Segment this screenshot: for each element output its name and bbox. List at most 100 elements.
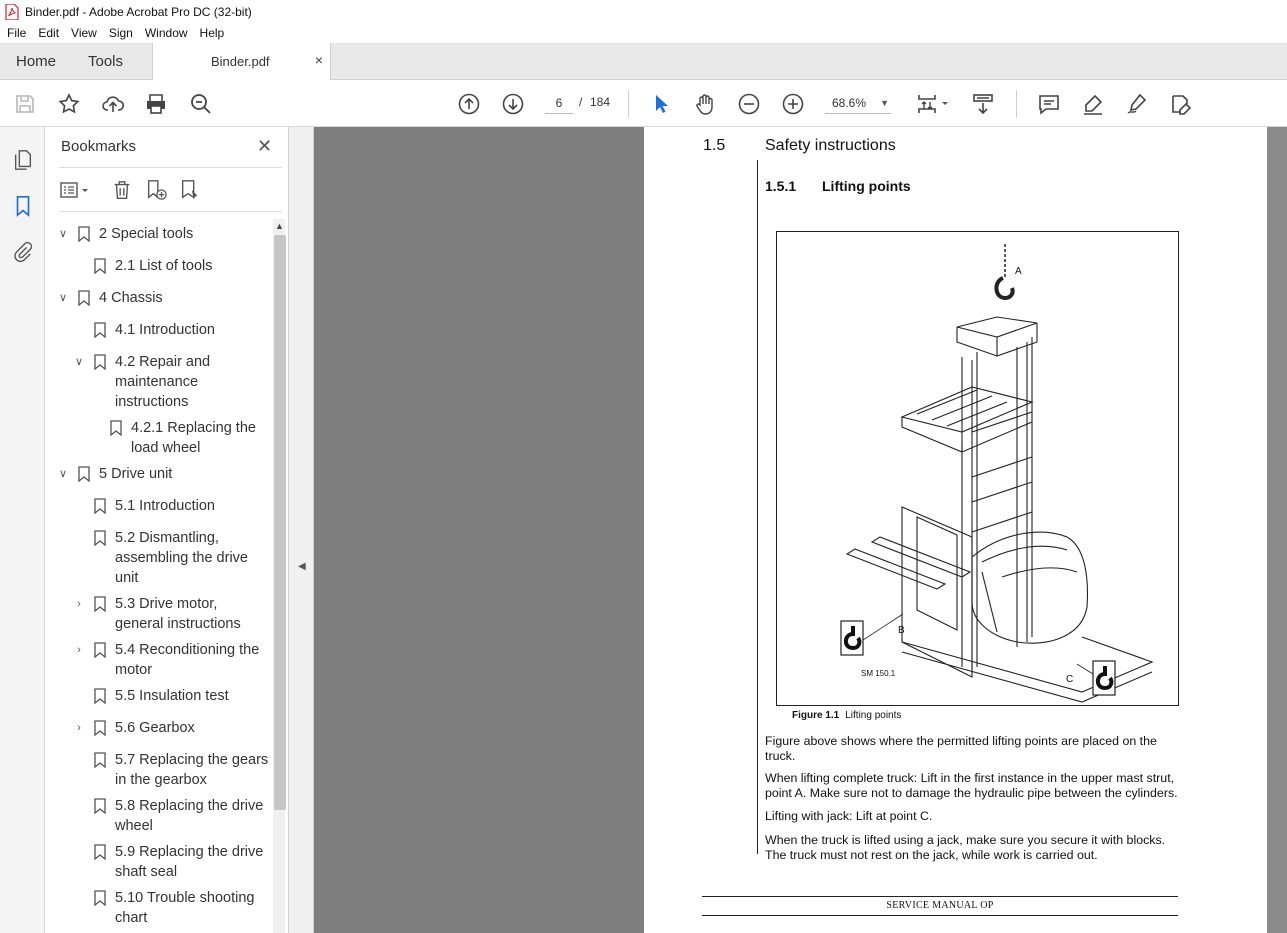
attachments-paperclip-icon[interactable] — [10, 239, 36, 265]
bookmark-item[interactable]: 5.10 Trouble shooting chart — [87, 888, 273, 928]
scroll-mode-icon[interactable] — [970, 91, 996, 117]
bookmarks-header: Bookmarks — [61, 138, 137, 155]
menu-edit[interactable]: Edit — [32, 26, 65, 40]
page-footer: SERVICE MANUAL OP — [886, 900, 994, 911]
bookmark-label: 5.3 Drive motor, general instructions — [115, 596, 241, 632]
bookmark-label: 5.8 Replacing the drive wheel — [115, 798, 264, 834]
acrobat-window: Binder.pdf - Adobe Acrobat Pro DC (32-bi… — [0, 0, 1287, 933]
bookmark-item[interactable]: 5.7 Replacing the gears in the gearbox — [87, 750, 273, 790]
scroll-up-icon[interactable]: ▲ — [275, 221, 284, 231]
chevron-right-icon[interactable]: › — [71, 718, 87, 738]
bookmark-icon — [93, 750, 107, 770]
zoom-in-icon[interactable] — [780, 91, 806, 117]
chevron-left-icon[interactable]: ◀ — [298, 561, 306, 572]
bookmark-item[interactable]: ∨ 5 Drive unit — [55, 464, 265, 484]
bookmark-label: 4.2.1 Replacing the load wheel — [131, 420, 256, 456]
bookmark-item[interactable]: ∨ 4 Chassis — [55, 288, 265, 308]
chevron-down-icon[interactable]: ∨ — [55, 288, 71, 308]
page-thumbnails-icon[interactable] — [10, 147, 36, 173]
previous-page-icon[interactable] — [456, 91, 482, 117]
hand-tool-icon[interactable] — [692, 91, 718, 117]
menu-window[interactable]: Window — [139, 26, 194, 40]
bookmarks-panel-icon[interactable] — [10, 193, 36, 219]
acrobat-pdf-icon — [5, 3, 19, 20]
chevron-right-icon[interactable]: › — [71, 640, 87, 660]
bookmark-item[interactable]: ∨ 4.2 Repair and maintenance instruction… — [71, 352, 221, 412]
menu-help[interactable]: Help — [194, 26, 231, 40]
comment-icon[interactable] — [1036, 91, 1062, 117]
divider — [59, 167, 282, 168]
document-viewer: ◀ 1.5 Safety instructions 1.5.1 Lifting … — [289, 127, 1287, 933]
menu-sign[interactable]: Sign — [103, 26, 139, 40]
bookmark-options-icon[interactable] — [59, 177, 93, 203]
save-icon[interactable] — [12, 91, 38, 117]
bookmark-label: 4.1 Introduction — [115, 322, 215, 338]
close-tab-icon[interactable]: × — [315, 52, 323, 68]
chevron-down-icon[interactable]: ∨ — [55, 464, 71, 484]
new-bookmark-icon[interactable] — [143, 177, 169, 203]
zoom-search-icon[interactable] — [188, 91, 214, 117]
bookmark-icon — [93, 528, 107, 548]
bookmarks-scrollbar-thumb[interactable] — [274, 235, 286, 810]
menu-view[interactable]: View — [65, 26, 103, 40]
bookmark-item[interactable]: › 5.6 Gearbox — [71, 718, 271, 738]
star-icon[interactable] — [56, 91, 82, 117]
vertical-scrollbar[interactable] — [1267, 127, 1287, 933]
bookmark-label: 5.7 Replacing the gears in the gearbox — [115, 752, 269, 788]
page-total: 184 — [590, 95, 611, 109]
delete-bookmark-icon[interactable] — [109, 177, 135, 203]
print-icon[interactable] — [143, 91, 169, 117]
zoom-level-select[interactable]: 68.6% ▼ — [825, 92, 891, 114]
bookmark-item[interactable]: 5.2 Dismantling, assembling the drive un… — [87, 528, 267, 588]
highlight-pen-icon[interactable] — [1080, 91, 1106, 117]
page-separator: / — [579, 95, 583, 109]
bookmark-item[interactable]: 4.2.1 Replacing the load wheel — [103, 418, 273, 458]
bookmark-item[interactable]: 4.1 Introduction — [87, 320, 267, 340]
tab-tools[interactable]: Tools — [88, 53, 123, 70]
bookmark-icon — [93, 352, 107, 372]
bookmark-icon — [93, 718, 107, 738]
bookmark-item[interactable]: 5.9 Replacing the drive shaft seal — [87, 842, 273, 882]
menu-file[interactable]: File — [0, 26, 32, 40]
bookmark-label: 2.1 List of tools — [115, 258, 213, 274]
bookmark-item[interactable]: 5.5 Insulation test — [87, 686, 267, 706]
page-number-input[interactable]: 6 — [545, 92, 573, 114]
fill-sign-icon[interactable] — [1168, 91, 1194, 117]
order-picker-truck-illustration: A B C SM 150.1 — [840, 244, 1154, 703]
bookmark-item[interactable]: 5.8 Replacing the drive wheel — [87, 796, 273, 836]
bookmark-label: 5.4 Reconditioning the motor — [115, 642, 260, 678]
bookmark-label: 5.2 Dismantling, assembling the drive un… — [115, 530, 248, 586]
bookmark-label: 5.10 Trouble shooting chart — [115, 890, 255, 926]
chevron-down-icon[interactable]: ∨ — [55, 224, 71, 244]
bookmark-item[interactable]: 5.1 Introduction — [87, 496, 267, 516]
chevron-down-icon[interactable]: ∨ — [71, 352, 87, 372]
tab-document[interactable]: Binder.pdf × — [152, 43, 331, 80]
title-bar: Binder.pdf - Adobe Acrobat Pro DC (32-bi… — [0, 0, 1287, 23]
bookmarks-toolbar — [59, 177, 279, 203]
close-icon[interactable]: ✕ — [257, 136, 272, 157]
bookmark-item[interactable]: 2.1 List of tools — [87, 256, 267, 276]
tab-home[interactable]: Home — [16, 53, 56, 70]
toolbar: 6 / 184 68.6% ▼ — [0, 80, 1287, 127]
collapse-panel-handle[interactable]: ◀ — [289, 127, 314, 933]
bookmark-item[interactable]: › 5.3 Drive motor, general instructions — [71, 594, 271, 634]
select-pointer-icon[interactable] — [648, 91, 674, 117]
next-page-icon[interactable] — [500, 91, 526, 117]
menu-bar: File Edit View Sign Window Help — [0, 23, 1287, 43]
draw-sign-icon[interactable] — [1124, 91, 1150, 117]
label-point-a: A — [1015, 266, 1022, 277]
bookmark-item[interactable]: › 5.4 Reconditioning the motor — [71, 640, 271, 680]
chevron-right-icon[interactable]: › — [71, 594, 87, 614]
subsection-number: 1.5.1 — [765, 178, 797, 194]
body-paragraph: Lifting with jack: Lift at point C. — [765, 809, 933, 823]
chevron-down-icon: ▼ — [880, 98, 889, 108]
bookmark-item[interactable]: ∨ 2 Special tools — [55, 224, 265, 244]
toolbar-divider — [1016, 90, 1017, 118]
page-display-icon[interactable] — [916, 91, 952, 117]
pdf-page: 1.5 Safety instructions 1.5.1 Lifting po… — [644, 127, 1267, 933]
cloud-upload-icon[interactable] — [100, 91, 126, 117]
bookmarks-panel: Bookmarks ✕ ∨ 2 Special tools 2.1 List o… — [45, 127, 289, 933]
bookmark-from-selection-icon[interactable] — [177, 177, 203, 203]
label-point-c: C — [1066, 674, 1073, 685]
zoom-out-icon[interactable] — [736, 91, 762, 117]
